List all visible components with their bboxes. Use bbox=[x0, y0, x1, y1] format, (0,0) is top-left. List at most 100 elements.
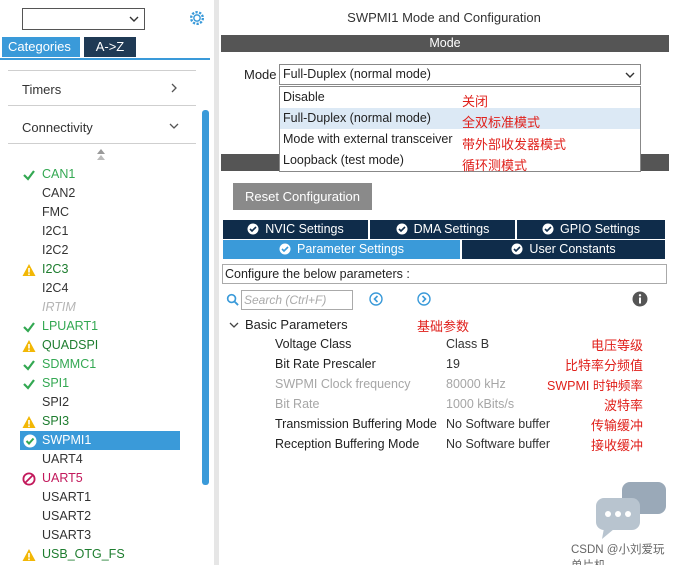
peripheral-sdmmc1[interactable]: SDMMC1 bbox=[22, 355, 182, 374]
page-title: SWPMI1 Mode and Configuration bbox=[347, 10, 541, 25]
next-result-icon[interactable] bbox=[417, 292, 431, 306]
peripheral-label: USART2 bbox=[42, 509, 92, 523]
peripheral-i2c1[interactable]: I2C1 bbox=[22, 222, 182, 241]
chevron-down-icon[interactable] bbox=[168, 120, 180, 132]
tab-dma-settings[interactable]: DMA Settings bbox=[370, 220, 515, 239]
annotation-disable: 关闭 bbox=[462, 94, 489, 109]
peripheral-label: CAN2 bbox=[42, 186, 76, 200]
peripheral-quadspi[interactable]: QUADSPI bbox=[22, 336, 182, 355]
peripheral-spi3[interactable]: SPI3 bbox=[22, 412, 182, 431]
chevron-down-icon[interactable] bbox=[128, 13, 140, 25]
chevron-down-icon[interactable] bbox=[229, 320, 239, 330]
tab-label: DMA Settings bbox=[413, 222, 490, 236]
peripheral-label: QUADSPI bbox=[42, 338, 99, 352]
warning-icon bbox=[22, 340, 36, 352]
gear-icon[interactable] bbox=[188, 9, 206, 27]
option-loopback[interactable]: Loopback (test mode) bbox=[280, 150, 640, 171]
annotation-voltage-class: 电压等级 bbox=[591, 338, 644, 353]
peripheral-spi1[interactable]: SPI1 bbox=[22, 374, 182, 393]
peripheral-uart4[interactable]: UART4 bbox=[22, 450, 182, 469]
peripheral-i2c2[interactable]: I2C2 bbox=[22, 241, 182, 260]
peripheral-can1[interactable]: CAN1 bbox=[22, 165, 182, 184]
peripheral-irtim[interactable]: IRTIM bbox=[22, 298, 182, 317]
mode-section-header: Mode bbox=[221, 35, 669, 52]
peripheral-label: CAN1 bbox=[42, 167, 76, 181]
parameter-search-input[interactable]: Search (Ctrl+F) bbox=[241, 290, 353, 310]
option-external-transceiver[interactable]: Mode with external transceiver bbox=[280, 129, 640, 150]
tab-label: Parameter Settings bbox=[297, 242, 404, 256]
tab-parameter-settings[interactable]: Parameter Settings bbox=[223, 240, 460, 259]
param-voltage-class-value[interactable]: Class B bbox=[446, 337, 489, 351]
param-transmission-buffering-value[interactable]: No Software buffer bbox=[446, 417, 550, 431]
annotation-reception-buffering: 接收缓冲 bbox=[591, 438, 644, 453]
section-timers[interactable]: Timers bbox=[22, 82, 61, 97]
peripheral-label: SPI1 bbox=[42, 376, 70, 390]
search-icon bbox=[226, 293, 239, 306]
peripheral-label: USART3 bbox=[42, 528, 92, 542]
tab-nvic-settings[interactable]: NVIC Settings bbox=[223, 220, 368, 239]
check-circle-icon bbox=[23, 434, 37, 448]
peripheral-label: LPUART1 bbox=[42, 319, 99, 333]
basic-parameters-group[interactable]: Basic Parameters bbox=[245, 317, 348, 332]
check-icon bbox=[23, 322, 35, 333]
peripheral-usb-otg-fs[interactable]: USB_OTG_FS bbox=[22, 545, 182, 564]
previous-result-icon[interactable] bbox=[369, 292, 383, 306]
peripheral-label: I2C2 bbox=[42, 243, 69, 257]
param-bit-rate-prescaler-value[interactable]: 19 bbox=[446, 357, 460, 371]
tab-label: NVIC Settings bbox=[265, 222, 344, 236]
left-panel: Categories A->Z Timers Connectivity CAN1… bbox=[0, 0, 214, 565]
tab-a-to-z[interactable]: A->Z bbox=[84, 37, 136, 57]
tab-label: GPIO Settings bbox=[560, 222, 640, 236]
param-transmission-buffering-name: Transmission Buffering Mode bbox=[275, 417, 437, 431]
section-connectivity[interactable]: Connectivity bbox=[22, 120, 93, 135]
right-panel: SWPMI1 Mode and Configuration Mode Mode … bbox=[219, 0, 675, 565]
reset-configuration-button[interactable]: Reset Configuration bbox=[233, 183, 372, 210]
check-circle-icon bbox=[542, 223, 554, 235]
option-disable[interactable]: Disable bbox=[280, 87, 640, 108]
info-icon[interactable] bbox=[632, 291, 648, 307]
peripheral-label: USART1 bbox=[42, 490, 92, 504]
warning-icon bbox=[22, 264, 36, 276]
annotation-full-duplex: 全双标准模式 bbox=[462, 115, 541, 130]
chevron-down-icon[interactable] bbox=[624, 69, 636, 81]
peripheral-search-combobox[interactable] bbox=[22, 8, 145, 30]
peripheral-lpuart1[interactable]: LPUART1 bbox=[22, 317, 182, 336]
tab-categories[interactable]: Categories bbox=[2, 37, 80, 57]
option-full-duplex[interactable]: Full-Duplex (normal mode) bbox=[280, 108, 640, 129]
peripheral-label: IRTIM bbox=[42, 300, 76, 314]
scrollbar[interactable] bbox=[202, 110, 209, 485]
divider bbox=[8, 105, 196, 106]
mode-select-value: Full-Duplex (normal mode) bbox=[283, 67, 431, 81]
param-reception-buffering-value[interactable]: No Software buffer bbox=[446, 437, 550, 451]
check-circle-icon bbox=[247, 223, 259, 235]
peripheral-uart5[interactable]: UART5 bbox=[22, 469, 182, 488]
check-circle-icon bbox=[279, 243, 291, 255]
peripheral-swpmi1[interactable]: SWPMI1 bbox=[20, 431, 180, 450]
annotation-loopback: 循环测模式 bbox=[462, 158, 528, 173]
peripheral-i2c3[interactable]: I2C3 bbox=[22, 260, 182, 279]
peripheral-label: USB_OTG_FS bbox=[42, 547, 125, 561]
peripheral-label: I2C3 bbox=[42, 262, 69, 276]
tab-gpio-settings[interactable]: GPIO Settings bbox=[517, 220, 665, 239]
check-icon bbox=[23, 360, 35, 371]
chevron-right-icon[interactable] bbox=[168, 82, 180, 94]
warning-icon bbox=[22, 416, 36, 428]
peripheral-i2c4[interactable]: I2C4 bbox=[22, 279, 182, 298]
mode-select[interactable]: Full-Duplex (normal mode) bbox=[279, 64, 641, 85]
peripheral-fmc[interactable]: FMC bbox=[22, 203, 182, 222]
peripheral-usart3[interactable]: USART3 bbox=[22, 526, 182, 545]
peripheral-label: SPI3 bbox=[42, 414, 70, 428]
tab-user-constants[interactable]: User Constants bbox=[462, 240, 665, 259]
annotation-bit-rate-prescaler: 比特率分频值 bbox=[565, 358, 644, 373]
peripheral-can2[interactable]: CAN2 bbox=[22, 184, 182, 203]
peripheral-usart1[interactable]: USART1 bbox=[22, 488, 182, 507]
param-bit-rate-value: 1000 kBits/s bbox=[446, 397, 515, 411]
chat-bubble-icon bbox=[596, 482, 666, 539]
peripheral-label: I2C1 bbox=[42, 224, 69, 238]
annotation-clock-frequency: SWPMI 时钟频率 bbox=[547, 379, 643, 393]
peripheral-usart2[interactable]: USART2 bbox=[22, 507, 182, 526]
scroll-up-icon[interactable] bbox=[96, 148, 106, 162]
peripheral-spi2[interactable]: SPI2 bbox=[22, 393, 182, 412]
mode-dropdown-list: Disable Full-Duplex (normal mode) Mode w… bbox=[279, 86, 641, 172]
check-circle-icon bbox=[511, 243, 523, 255]
